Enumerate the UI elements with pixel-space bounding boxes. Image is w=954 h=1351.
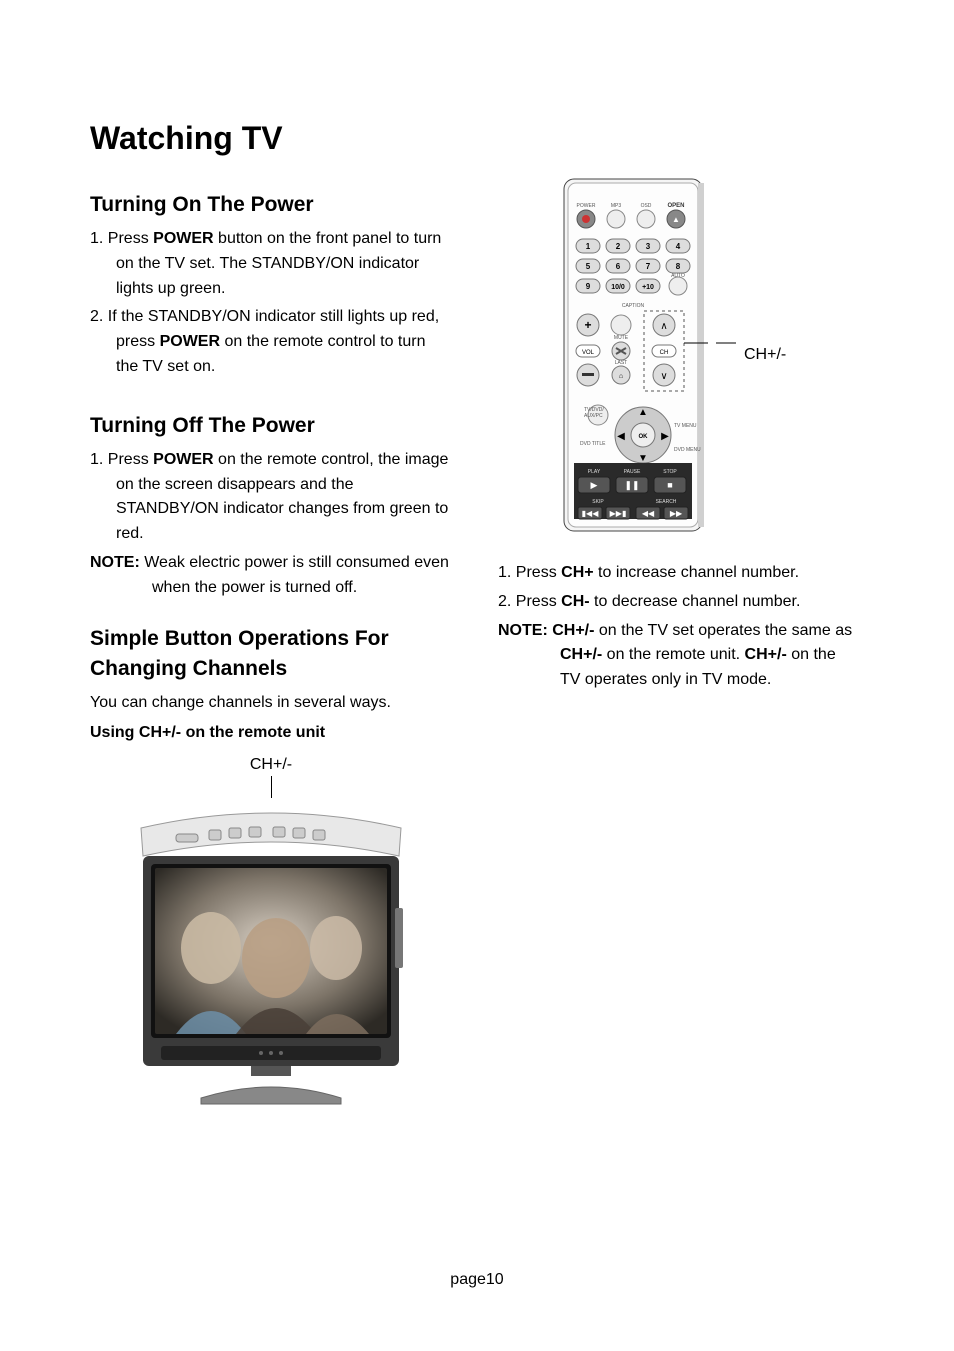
text: to increase channel number. <box>594 564 799 581</box>
svg-text:▶: ▶ <box>661 431 669 442</box>
text: to decrease channel number. <box>590 593 801 610</box>
tv-figure: CH+/- <box>90 756 452 1108</box>
page: Watching TV Turning On The Power 1. Pres… <box>0 0 954 1351</box>
tv-ch-label: CH+/- <box>250 756 292 774</box>
svg-text:9: 9 <box>586 282 591 291</box>
ch-pm-label: CH+/- <box>745 646 787 663</box>
svg-text:▼: ▼ <box>638 453 648 464</box>
svg-text:4: 4 <box>676 242 681 251</box>
tv-illustration <box>121 798 421 1108</box>
svg-text:10/0: 10/0 <box>611 284 625 291</box>
page-title: Watching TV <box>90 120 864 157</box>
svg-text:▶: ▶ <box>591 480 598 490</box>
svg-text:TV MENU: TV MENU <box>674 423 697 429</box>
right-column: POWER MP3 OSD OPEN ▲ 1 2 <box>498 185 860 1108</box>
turn-off-step-1: 1. Press POWER on the remote control, th… <box>90 448 452 547</box>
svg-text:+: + <box>584 318 591 332</box>
svg-text:3: 3 <box>646 242 651 251</box>
svg-text:SKIP: SKIP <box>592 499 604 505</box>
svg-text:▶▶: ▶▶ <box>670 509 683 518</box>
ch-plus-label: CH+ <box>561 564 593 581</box>
remote-ch-label: CH+/- <box>744 346 786 364</box>
section-turn-on-heading: Turning On The Power <box>90 193 452 217</box>
svg-text:▲: ▲ <box>638 407 648 418</box>
section-changing-heading-line2: Changing Channels <box>90 657 452 681</box>
svg-text:VOL: VOL <box>582 350 595 356</box>
ch-note: NOTE: CH+/- on the TV set operates the s… <box>498 619 860 693</box>
svg-text:PLAY: PLAY <box>588 469 601 475</box>
svg-text:SEARCH: SEARCH <box>656 499 677 505</box>
remote-mp3-label: MP3 <box>611 203 622 209</box>
svg-text:6: 6 <box>616 262 621 271</box>
svg-text:STOP: STOP <box>663 469 677 475</box>
svg-text:■: ■ <box>667 480 672 490</box>
text: on the remote unit. <box>602 646 744 663</box>
tv-pointer-line <box>271 776 272 798</box>
text: 1. Press <box>90 451 153 468</box>
svg-text:▮◀◀: ▮◀◀ <box>582 509 600 518</box>
text: Weak electric power is still consumed ev… <box>140 554 449 596</box>
ch-step-1: 1. Press CH+ to increase channel number. <box>498 561 860 586</box>
svg-text:◀: ◀ <box>617 431 625 442</box>
svg-text:∧: ∧ <box>660 321 667 332</box>
ch-step-2: 2. Press CH- to decrease channel number. <box>498 590 860 615</box>
text: 2. Press <box>498 593 561 610</box>
svg-text:AUTO: AUTO <box>671 273 685 279</box>
power-label: POWER <box>153 451 213 468</box>
svg-text:1: 1 <box>586 242 591 251</box>
svg-text:OK: OK <box>639 434 649 440</box>
text: on the TV set operates the same as <box>594 622 852 639</box>
svg-text:⌂: ⌂ <box>619 373 623 380</box>
svg-text:2: 2 <box>616 242 621 251</box>
section-turn-off-heading: Turning Off The Power <box>90 414 452 438</box>
svg-text:LAST: LAST <box>615 360 628 366</box>
power-label: POWER <box>160 333 220 350</box>
svg-text:AUX/PC: AUX/PC <box>584 413 603 419</box>
power-label: POWER <box>153 230 213 247</box>
svg-text:MUTE: MUTE <box>614 335 629 341</box>
changing-sub: Using CH+/- on the remote unit <box>90 721 452 746</box>
text: 1. Press <box>90 230 153 247</box>
section-changing-heading-line1: Simple Button Operations For <box>90 627 452 651</box>
svg-text:5: 5 <box>586 262 591 271</box>
svg-text:+10: +10 <box>642 284 654 291</box>
svg-text:∨: ∨ <box>660 371 667 382</box>
content-columns: Turning On The Power 1. Press POWER butt… <box>90 185 864 1108</box>
svg-text:CH: CH <box>660 350 669 356</box>
svg-text:DVD MENU: DVD MENU <box>674 447 701 453</box>
svg-text:▶▶▮: ▶▶▮ <box>610 509 627 518</box>
remote-figure: POWER MP3 OSD OPEN ▲ 1 2 <box>498 175 860 535</box>
turn-on-step-2: 2. If the STANDBY/ON indicator still lig… <box>90 305 452 379</box>
svg-text:❚❚: ❚❚ <box>624 480 639 491</box>
remote-open-label: OPEN <box>667 203 684 209</box>
text: 1. Press <box>498 564 561 581</box>
remote-osd-label: OSD <box>641 203 652 209</box>
svg-text:DVD TITLE: DVD TITLE <box>580 441 606 447</box>
note-label: NOTE: <box>90 554 140 571</box>
changing-intro: You can change channels in several ways. <box>90 691 452 716</box>
svg-text:PAUSE: PAUSE <box>624 469 641 475</box>
page-number: page10 <box>0 1271 954 1289</box>
eject-icon: ▲ <box>672 215 680 224</box>
turn-off-note: NOTE: Weak electric power is still consu… <box>90 551 452 601</box>
remote-illustration: POWER MP3 OSD OPEN ▲ 1 2 <box>558 175 708 535</box>
ch-pm-label: CH+/- <box>552 622 594 639</box>
remote-callout-line <box>716 175 736 535</box>
svg-text:CAPTION: CAPTION <box>622 303 645 309</box>
svg-text:7: 7 <box>646 262 651 271</box>
ch-minus-label: CH- <box>561 593 589 610</box>
svg-text:8: 8 <box>676 262 681 271</box>
turn-on-step-1: 1. Press POWER button on the front panel… <box>90 227 452 301</box>
note-label: NOTE: <box>498 622 552 639</box>
ch-pm-label: CH+/- <box>560 646 602 663</box>
left-column: Turning On The Power 1. Press POWER butt… <box>90 185 452 1108</box>
svg-text:◀◀: ◀◀ <box>642 509 655 518</box>
remote-power-label: POWER <box>577 203 596 209</box>
